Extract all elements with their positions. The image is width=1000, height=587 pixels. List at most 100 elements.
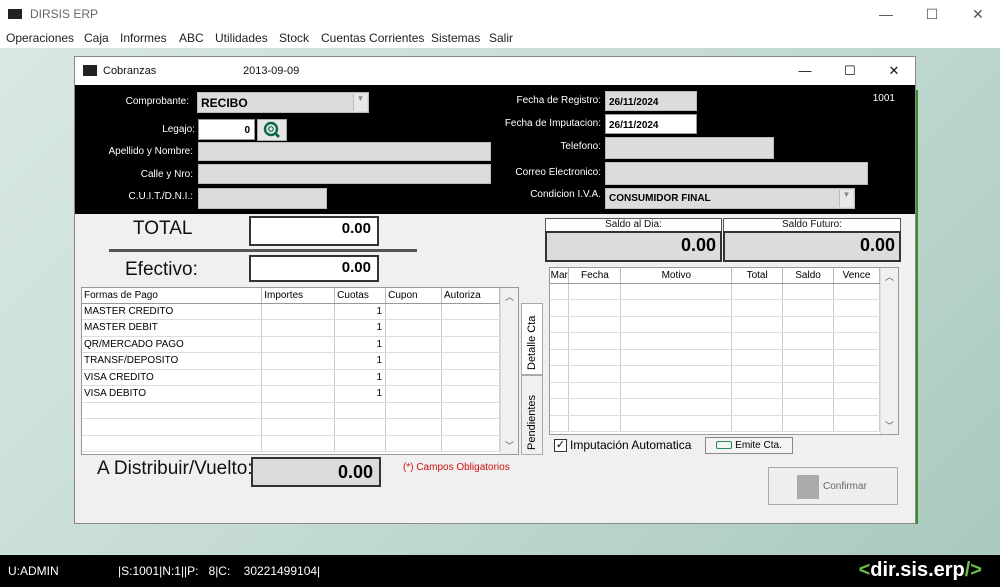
table-cell[interactable] — [833, 349, 880, 366]
table-cell-autoriza[interactable] — [441, 319, 500, 337]
table-cell-cuotas[interactable]: 1 — [334, 352, 387, 370]
app-maximize-button[interactable]: ☐ — [912, 4, 952, 24]
table-cell[interactable] — [833, 382, 880, 399]
legajo-input[interactable]: 0 — [198, 119, 255, 140]
table-cell[interactable] — [620, 332, 733, 350]
table-cell-forma[interactable]: MASTER DEBIT — [82, 319, 263, 337]
table-cell-autoriza[interactable] — [441, 402, 500, 419]
correo-field[interactable] — [605, 162, 868, 185]
table-cell[interactable] — [782, 382, 834, 399]
table-cell-importe[interactable] — [261, 369, 336, 386]
table-cell[interactable] — [782, 316, 834, 333]
table-cell[interactable] — [833, 283, 880, 300]
menu-utilidades[interactable]: Utilidades — [215, 31, 268, 45]
table-cell[interactable] — [833, 316, 880, 333]
table-cell[interactable] — [550, 415, 570, 432]
menu-cuentas-corrientes[interactable]: Cuentas Corrientes — [321, 31, 424, 45]
col-mar[interactable]: Mar — [550, 268, 570, 284]
table-cell[interactable] — [620, 365, 733, 383]
emite-cta-button[interactable]: Emite Cta. — [705, 437, 793, 454]
table-cell[interactable] — [782, 332, 834, 350]
table-cell[interactable] — [731, 415, 784, 432]
table-cell-cupon[interactable] — [385, 402, 443, 419]
legajo-search-button[interactable] — [257, 119, 287, 141]
table-cell[interactable] — [568, 316, 622, 333]
table-cell-importe[interactable] — [261, 352, 336, 370]
table-cell-forma[interactable] — [82, 402, 263, 419]
table-row[interactable]: MASTER DEBIT 1 — [82, 319, 500, 337]
table-cell-cupon[interactable] — [385, 369, 443, 386]
efectivo-input[interactable]: 0.00 — [249, 255, 379, 282]
table-cell[interactable] — [833, 332, 880, 350]
table-cell[interactable] — [550, 365, 570, 383]
table-cell[interactable] — [550, 382, 570, 399]
table-cell[interactable] — [731, 365, 784, 383]
table-cell-cupon[interactable] — [385, 385, 443, 403]
table-cell[interactable] — [550, 349, 570, 366]
table-row[interactable] — [550, 299, 880, 317]
table-row[interactable] — [550, 415, 880, 432]
table-cell-importe[interactable] — [261, 418, 336, 436]
table-cell-forma[interactable] — [82, 435, 263, 452]
table-cell[interactable] — [568, 365, 622, 383]
table-cell-cupon[interactable] — [385, 435, 443, 452]
table-cell[interactable] — [568, 415, 622, 432]
table-cell-forma[interactable] — [82, 418, 263, 436]
table-row[interactable]: VISA DEBITO 1 — [82, 385, 500, 403]
table-row[interactable] — [550, 316, 880, 333]
table-row[interactable] — [550, 398, 880, 416]
menu-abc[interactable]: ABC — [179, 31, 204, 45]
window-maximize-button[interactable]: ☐ — [832, 61, 868, 81]
table-cell-cupon[interactable] — [385, 336, 443, 353]
table-cell[interactable] — [833, 365, 880, 383]
table-row[interactable] — [82, 435, 500, 452]
table-cell-importe[interactable] — [261, 435, 336, 452]
table-cell-forma[interactable]: VISA CREDITO — [82, 369, 263, 386]
table-cell[interactable] — [833, 415, 880, 432]
table-cell-cuotas[interactable]: 1 — [334, 336, 387, 353]
app-close-button[interactable]: ✕ — [958, 4, 998, 24]
table-cell-autoriza[interactable] — [441, 369, 500, 386]
table-cell[interactable] — [550, 299, 570, 317]
table-cell-forma[interactable]: VISA DEBITO — [82, 385, 263, 403]
table-cell-autoriza[interactable] — [441, 418, 500, 436]
table-cell-cuotas[interactable] — [334, 418, 387, 436]
chevron-down-icon[interactable]: ﹀ — [501, 439, 518, 452]
table-cell-autoriza[interactable] — [441, 435, 500, 452]
table-row[interactable] — [550, 283, 880, 300]
table-row[interactable] — [550, 382, 880, 399]
col-cuotas[interactable]: Cuotas — [334, 288, 387, 304]
table-cell[interactable] — [550, 316, 570, 333]
comprobante-select[interactable]: RECIBO ▼ — [197, 92, 369, 113]
table-row[interactable] — [82, 418, 500, 436]
table-cell-cuotas[interactable]: 1 — [334, 303, 387, 320]
window-close-button[interactable]: ✕ — [876, 61, 912, 81]
table-row[interactable]: QR/MERCADO PAGO 1 — [82, 336, 500, 353]
table-cell[interactable] — [568, 283, 622, 300]
table-cell[interactable] — [731, 299, 784, 317]
pagos-scrollbar[interactable]: ︿ ﹀ — [500, 288, 518, 454]
table-cell-autoriza[interactable] — [441, 352, 500, 370]
table-cell-cupon[interactable] — [385, 319, 443, 337]
table-cell[interactable] — [731, 398, 784, 416]
table-cell[interactable] — [731, 283, 784, 300]
table-cell[interactable] — [782, 398, 834, 416]
apellido-field[interactable] — [198, 142, 491, 161]
table-cell[interactable] — [550, 283, 570, 300]
table-cell[interactable] — [731, 316, 784, 333]
col-importes[interactable]: Importes — [261, 288, 336, 304]
chevron-up-icon[interactable]: ︿ — [501, 290, 518, 303]
table-cell-importe[interactable] — [261, 385, 336, 403]
table-cell[interactable] — [731, 349, 784, 366]
table-cell[interactable] — [568, 349, 622, 366]
table-cell-forma[interactable]: QR/MERCADO PAGO — [82, 336, 263, 353]
fecha-imputacion-input[interactable]: 26/11/2024 — [605, 114, 697, 134]
table-cell[interactable] — [620, 349, 733, 366]
table-cell[interactable] — [833, 299, 880, 317]
table-cell[interactable] — [550, 398, 570, 416]
col-motivo[interactable]: Motivo — [620, 268, 733, 284]
menu-informes[interactable]: Informes — [120, 31, 167, 45]
cuit-field[interactable] — [198, 188, 327, 209]
table-cell-cuotas[interactable] — [334, 402, 387, 419]
table-cell[interactable] — [620, 415, 733, 432]
